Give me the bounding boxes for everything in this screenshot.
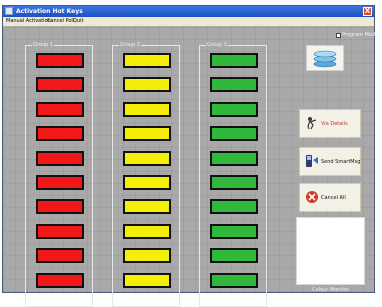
menu-manual-activation[interactable]: Manual Activation: [6, 17, 51, 26]
window-title: Activation Hot Keys: [16, 8, 83, 15]
group-1-hotkey-4[interactable]: [36, 126, 84, 142]
group-2-hotkey-5[interactable]: [123, 150, 171, 166]
group-3-hotkey-4[interactable]: [210, 126, 258, 142]
person-pointing-icon: [307, 117, 317, 130]
group-3-hotkey-3[interactable]: [210, 101, 258, 117]
cancel-all-label: Cancel All: [321, 195, 346, 201]
cancel-all-button[interactable]: Cancel All: [299, 183, 361, 212]
via-details-button[interactable]: Via Details: [299, 109, 361, 138]
main-panel: Group 1 Group 2 Group 3 Program Mode Via…: [3, 27, 378, 307]
menu-cancel-poll[interactable]: Cancel Poll: [47, 17, 74, 26]
group-3-hotkey-9[interactable]: [210, 248, 258, 264]
group-1-hotkey-3[interactable]: [36, 101, 84, 117]
group-2-hotkey-3[interactable]: [123, 101, 171, 117]
group-2-hotkey-9[interactable]: [123, 248, 171, 264]
group-3-hotkey-2[interactable]: [210, 77, 258, 93]
group-1-hotkey-6[interactable]: [36, 175, 84, 190]
group-3-panel: Group 3: [199, 42, 267, 307]
group-2-hotkey-8[interactable]: [123, 223, 171, 239]
group-1-hotkey-10[interactable]: [36, 272, 84, 288]
group-2-hotkey-10[interactable]: [123, 272, 171, 288]
send-smartmsg-button[interactable]: Send SmartMsg: [299, 147, 361, 176]
group-3-hotkey-7[interactable]: [210, 199, 258, 215]
group-3-hotkey-10[interactable]: [210, 272, 258, 288]
group-3-hotkey-5[interactable]: [210, 150, 258, 166]
smartmsg-icon: [306, 155, 318, 167]
cancel-all-icon: [306, 191, 318, 203]
group-1-hotkey-8[interactable]: [36, 223, 84, 239]
group-1-hotkey-5[interactable]: [36, 150, 84, 166]
stacked-discs-logo: [306, 45, 344, 71]
menu-quit[interactable]: Quit: [73, 17, 83, 26]
group-2-hotkey-1[interactable]: [123, 53, 171, 68]
send-smartmsg-label: Send SmartMsg: [321, 159, 361, 165]
group-2-panel: Group 2: [112, 42, 180, 307]
group-1-hotkey-9[interactable]: [36, 248, 84, 264]
group-2-hotkey-6[interactable]: [123, 175, 171, 190]
group-2-hotkey-2[interactable]: [123, 77, 171, 93]
app-window: Activation Hot Keys X Manual Activation …: [2, 5, 378, 307]
program-mode-label: Program Mode: [342, 32, 379, 38]
discs-logo-icon: [313, 50, 337, 68]
group-1-hotkey-1[interactable]: [36, 53, 84, 68]
colour-monitor: [296, 217, 365, 285]
group-3-label: Group 3: [206, 42, 228, 49]
group-2-hotkey-4[interactable]: [123, 126, 171, 142]
group-3-hotkey-8[interactable]: [210, 223, 258, 239]
app-icon: [5, 7, 13, 15]
group-1-hotkey-2[interactable]: [36, 77, 84, 93]
group-3-hotkey-1[interactable]: [210, 53, 258, 68]
group-1-panel: Group 1: [25, 42, 93, 307]
close-button[interactable]: X: [363, 7, 372, 16]
title-bar[interactable]: Activation Hot Keys X: [3, 6, 374, 17]
via-details-label: Via Details: [321, 121, 348, 127]
group-1-label: Group 1: [32, 42, 54, 49]
group-2-hotkey-7[interactable]: [123, 199, 171, 215]
colour-monitor-label: Colour Monitor: [312, 287, 349, 293]
menu-bar: Manual Activation Cancel Poll Quit: [3, 17, 374, 27]
group-2-label: Group 2: [119, 42, 141, 49]
program-mode-checkbox[interactable]: [336, 33, 341, 38]
group-1-hotkey-7[interactable]: [36, 199, 84, 215]
group-3-hotkey-6[interactable]: [210, 175, 258, 190]
